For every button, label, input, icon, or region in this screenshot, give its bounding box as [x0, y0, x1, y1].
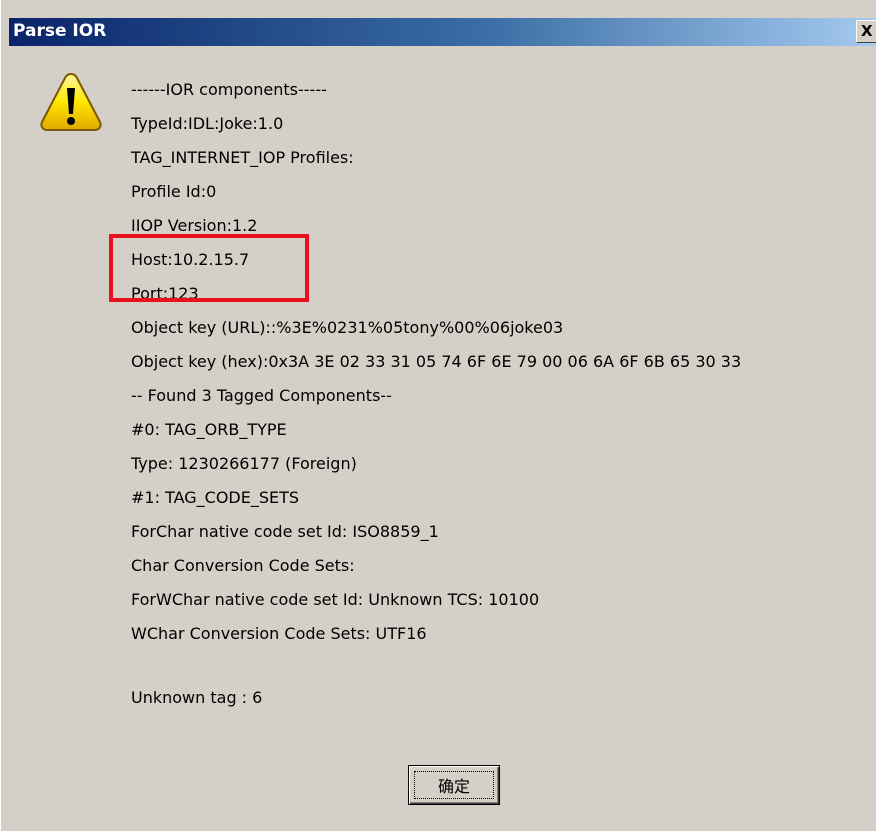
close-button[interactable]: X: [856, 20, 876, 43]
message-line: TAG_INTERNET_IOP Profiles:: [131, 148, 354, 167]
ok-button[interactable]: 确定: [408, 765, 500, 805]
message-line: IIOP Version:1.2: [131, 216, 258, 235]
message-line: Char Conversion Code Sets:: [131, 556, 355, 575]
ok-button-label: 确定: [414, 771, 494, 799]
host-port-highlight-box: [109, 234, 309, 302]
message-line: Profile Id:0: [131, 182, 217, 201]
message-line: ForChar native code set Id: ISO8859_1: [131, 522, 439, 541]
message-line: ------IOR components-----: [131, 80, 327, 99]
message-line: #1: TAG_CODE_SETS: [131, 488, 300, 507]
dialog-title: Parse IOR: [13, 21, 107, 41]
message-line: Object key (URL)::%3E%0231%05tony%00%06j…: [131, 318, 564, 337]
warning-icon: [40, 72, 102, 131]
message-line: ForWChar native code set Id: Unknown TCS…: [131, 590, 540, 609]
message-line: Type: 1230266177 (Foreign): [131, 454, 357, 473]
message-line: TypeId:IDL:Joke:1.0: [131, 114, 284, 133]
message-line: WChar Conversion Code Sets: UTF16: [131, 624, 427, 643]
message-line: Object key (hex):0x3A 3E 02 33 31 05 74 …: [131, 352, 742, 371]
parse-ior-dialog: Parse IOR X ------IOR components----- Ty…: [0, 0, 876, 831]
close-icon: X: [861, 22, 873, 40]
message-line: #0: TAG_ORB_TYPE: [131, 420, 287, 439]
message-line: Unknown tag : 6: [131, 688, 263, 707]
message-line: -- Found 3 Tagged Components--: [131, 386, 392, 405]
title-bar[interactable]: Parse IOR X: [9, 18, 876, 46]
